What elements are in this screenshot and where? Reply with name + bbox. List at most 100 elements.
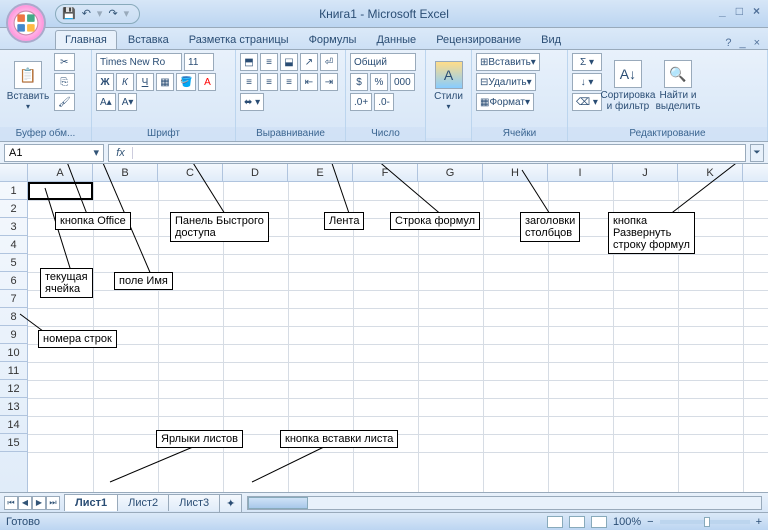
align-bottom-button[interactable]: ⬓ [280, 53, 298, 71]
row-header[interactable]: 2 [0, 200, 27, 218]
wrap-text-button[interactable]: ⏎ [320, 53, 338, 71]
col-header[interactable]: C [158, 164, 223, 181]
align-right-button[interactable]: ≡ [280, 73, 298, 91]
sheet-tab[interactable]: Лист2 [117, 494, 169, 511]
view-pagebreak-button[interactable] [591, 516, 607, 528]
formula-input[interactable] [133, 145, 745, 161]
indent-inc-button[interactable]: ⇥ [320, 73, 338, 91]
zoom-in-button[interactable]: + [756, 516, 762, 528]
col-header[interactable]: A [28, 164, 93, 181]
tab-home[interactable]: Главная [55, 30, 117, 49]
format-painter-icon[interactable]: 🖌 [54, 93, 75, 111]
bold-button[interactable]: Ж [96, 73, 114, 91]
indent-dec-button[interactable]: ⇤ [300, 73, 318, 91]
select-all-corner[interactable] [0, 164, 28, 181]
copy-icon[interactable]: ⎘ [54, 73, 75, 91]
row-header[interactable]: 1 [0, 182, 27, 200]
tab-pagelayout[interactable]: Разметка страницы [180, 31, 298, 49]
fill-color-button[interactable]: 🪣 [176, 73, 196, 91]
format-cells-button[interactable]: ▦ Формат ▾ [476, 93, 534, 111]
align-left-button[interactable]: ≡ [240, 73, 258, 91]
paste-button[interactable]: 📋Вставить▾ [4, 53, 52, 119]
row-header[interactable]: 15 [0, 434, 27, 452]
row-header[interactable]: 13 [0, 398, 27, 416]
font-color-button[interactable]: A [198, 73, 216, 91]
align-top-button[interactable]: ⬒ [240, 53, 258, 71]
tab-formulas[interactable]: Формулы [300, 31, 366, 49]
delete-cells-button[interactable]: ⊟ Удалить ▾ [476, 73, 536, 91]
help-icon[interactable]: ? [725, 37, 731, 49]
comma-button[interactable]: 000 [390, 73, 415, 91]
tab-view[interactable]: Вид [532, 31, 570, 49]
ribbon-minimize-icon[interactable]: _ [739, 37, 745, 49]
view-pagelayout-button[interactable] [569, 516, 585, 528]
grow-font-button[interactable]: A▴ [96, 93, 116, 111]
italic-button[interactable]: К [116, 73, 134, 91]
col-header[interactable]: F [353, 164, 418, 181]
col-header[interactable]: D [223, 164, 288, 181]
row-header[interactable]: 6 [0, 272, 27, 290]
col-header[interactable]: H [483, 164, 548, 181]
font-size-select[interactable] [184, 53, 214, 71]
border-button[interactable]: ▦ [156, 73, 174, 91]
sheet-nav-last[interactable]: ⏭ [46, 496, 60, 510]
underline-button[interactable]: Ч [136, 73, 154, 91]
col-header[interactable]: B [93, 164, 158, 181]
worksheet-grid[interactable]: A B C D E F G H I J K 123456789101112131… [0, 164, 768, 492]
sheet-tab[interactable]: Лист3 [168, 494, 220, 511]
col-header[interactable]: G [418, 164, 483, 181]
view-normal-button[interactable] [547, 516, 563, 528]
font-name-select[interactable] [96, 53, 182, 71]
ribbon-close-icon[interactable]: × [754, 37, 760, 49]
row-header[interactable]: 12 [0, 380, 27, 398]
row-header[interactable]: 5 [0, 254, 27, 272]
find-select-button[interactable]: 🔍Найти и выделить [654, 53, 702, 119]
percent-button[interactable]: % [370, 73, 388, 91]
col-header[interactable]: J [613, 164, 678, 181]
sheet-tab[interactable]: Лист1 [64, 494, 118, 511]
zoom-slider[interactable] [660, 520, 750, 524]
column-headers[interactable]: A B C D E F G H I J K [0, 164, 768, 182]
row-header[interactable]: 11 [0, 362, 27, 380]
qat-redo-icon[interactable]: ↷ [108, 7, 117, 20]
col-header[interactable]: K [678, 164, 743, 181]
row-header[interactable]: 8 [0, 308, 27, 326]
styles-button[interactable]: AСтили▾ [430, 53, 467, 119]
qat-undo-icon[interactable]: ↶ [82, 7, 91, 20]
insert-cells-button[interactable]: ⊞ Вставить ▾ [476, 53, 540, 71]
row-header[interactable]: 10 [0, 344, 27, 362]
tab-review[interactable]: Рецензирование [427, 31, 530, 49]
horizontal-scrollbar[interactable] [247, 496, 762, 510]
clear-button[interactable]: ⌫ ▾ [572, 93, 602, 111]
fill-button[interactable]: ↓ ▾ [572, 73, 602, 91]
fx-button[interactable]: fx [109, 147, 133, 159]
sheet-nav-first[interactable]: ⏮ [4, 496, 18, 510]
close-button[interactable]: × [753, 4, 760, 18]
active-cell[interactable] [28, 182, 93, 200]
minimize-button[interactable]: _ [719, 4, 726, 18]
decrease-decimal-button[interactable]: .0- [374, 93, 394, 111]
autosum-button[interactable]: Σ ▾ [572, 53, 602, 71]
row-header[interactable]: 3 [0, 218, 27, 236]
expand-formula-bar-button[interactable]: ⏷ [750, 144, 764, 162]
qat-save-icon[interactable]: 💾 [62, 7, 76, 20]
tab-insert[interactable]: Вставка [119, 31, 178, 49]
zoom-level[interactable]: 100% [613, 516, 641, 528]
shrink-font-button[interactable]: A▾ [118, 93, 138, 111]
increase-decimal-button[interactable]: .0+ [350, 93, 372, 111]
row-header[interactable]: 7 [0, 290, 27, 308]
cut-icon[interactable]: ✂ [54, 53, 75, 71]
office-button[interactable] [6, 3, 46, 43]
maximize-button[interactable]: □ [736, 4, 743, 18]
row-header[interactable]: 9 [0, 326, 27, 344]
row-header[interactable]: 14 [0, 416, 27, 434]
number-format-select[interactable] [350, 53, 416, 71]
tab-data[interactable]: Данные [367, 31, 425, 49]
row-header[interactable]: 4 [0, 236, 27, 254]
sort-filter-button[interactable]: A↓Сортировка и фильтр [604, 53, 652, 119]
orientation-button[interactable]: ↗ [300, 53, 318, 71]
col-header[interactable]: E [288, 164, 353, 181]
sheet-nav-prev[interactable]: ◀ [18, 496, 32, 510]
sheet-nav-next[interactable]: ▶ [32, 496, 46, 510]
col-header[interactable]: I [548, 164, 613, 181]
